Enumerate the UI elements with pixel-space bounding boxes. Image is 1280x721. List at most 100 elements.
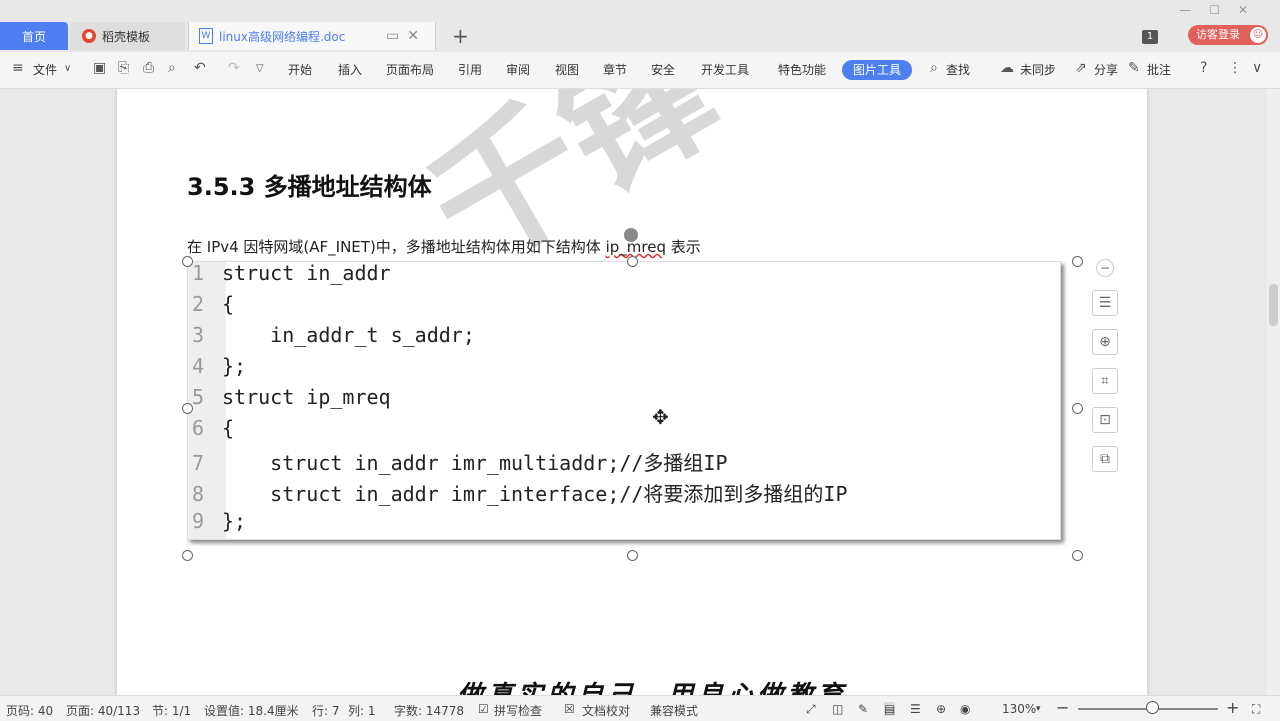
cloud-sync-icon[interactable]: ☁ [1000,60,1014,76]
zoom-level[interactable]: 130% [1002,702,1036,716]
outline-view-icon[interactable]: ☰ [910,702,921,716]
tab-home-label: 首页 [21,29,46,44]
more-icon[interactable]: ⋮ [1228,60,1242,76]
move-cursor-icon: ✥ [652,405,669,429]
menu-file[interactable]: 文件 [33,61,57,78]
print-icon[interactable]: ⎙ [143,60,154,76]
output-icon[interactable]: ⎘ [118,60,129,76]
code-line: 2{ [192,292,235,316]
code-line: 1 struct in_addr [192,261,391,285]
share-icon[interactable]: ⇗ [1075,60,1087,76]
page-view-icon[interactable]: ▤ [884,702,896,716]
window-count-badge[interactable]: 1 [1142,30,1158,44]
rotate-handle[interactable] [624,228,638,242]
image-replace-icon[interactable]: ⧉ [1092,446,1118,472]
image-extract-icon[interactable]: ⊡ [1092,407,1118,433]
hamburger-menu-icon[interactable]: ≡ [12,60,24,76]
resize-handle-top[interactable] [627,256,638,267]
menu-page-layout[interactable]: 页面布局 [386,61,434,78]
resize-handle-top-right[interactable] [1072,256,1083,267]
status-col: 列: 1 [348,704,376,718]
undo-icon[interactable]: ↶ [194,60,206,76]
status-setting: 设置值: 18.4厘米 [204,704,299,718]
sync-status[interactable]: 未同步 [1020,61,1056,78]
code-line: 8 struct in_addr imr_interface;//将要添加到多播… [192,482,848,506]
code-line: 3 in_addr_t s_addr; [192,323,475,347]
zoom-in-icon[interactable]: ⊕ [1092,329,1118,355]
edit-mode-icon[interactable]: ✎ [858,702,868,716]
menu-picture-tools[interactable]: 图片工具 [842,60,912,80]
redo-icon[interactable]: ↷ [228,60,240,76]
tab-document[interactable]: W linux高级网络编程.doc ▭✕ [188,22,436,50]
spell-check-button[interactable]: 拼写检查 [494,702,542,719]
resize-handle-bottom-left[interactable] [182,550,193,561]
menu-review[interactable]: 审阅 [506,61,530,78]
print-preview-icon[interactable]: ⌕ [168,60,176,76]
fullscreen-icon[interactable]: ⤢ [806,702,816,717]
zoom-in-button[interactable]: + [1226,698,1239,717]
chevron-down-icon[interactable]: ∨ [64,63,71,74]
menu-features[interactable]: 特色功能 [778,61,826,78]
share-button[interactable]: 分享 [1094,61,1118,78]
menu-insert[interactable]: 插入 [338,61,362,78]
paragraph-text-end: 表示 [665,238,701,256]
guest-login-label: 访客登录 [1196,28,1240,41]
code-image[interactable]: 1 struct in_addr 2{ 3 in_addr_t s_addr; 4… [187,261,1061,540]
code-line: 4}; [192,354,247,378]
proofread-icon[interactable]: ☒ [564,702,575,716]
collapse-icon[interactable]: − [1096,259,1114,277]
web-view-icon[interactable]: ⊕ [936,702,946,716]
collapse-ribbon-icon[interactable]: ∨ [1252,60,1262,76]
proofread-button[interactable]: 文档校对 [582,702,630,719]
code-line: 6{ [192,416,235,440]
tab-document-label: linux高级网络编程.doc [219,29,346,44]
menu-security[interactable]: 安全 [651,61,675,78]
section-heading: 3.5.3 多播地址结构体 [187,173,432,201]
code-line: 9}; [192,509,247,533]
resize-handle-right[interactable] [1072,403,1083,414]
search-button[interactable]: 查找 [946,61,970,78]
menu-start[interactable]: 开始 [288,61,312,78]
code-line: 5 struct ip_mreq [192,385,391,409]
document-page: 千锋 3.5.3 多播地址结构体 在 IPv4 因特网域(AF_INET)中，多… [117,89,1147,695]
tab-close-icon[interactable]: ▭✕ [386,28,427,44]
menu-chapter[interactable]: 章节 [603,61,627,78]
read-mode-icon[interactable]: ◫ [832,702,843,716]
zoom-out-icon[interactable]: − [1056,698,1069,717]
document-area: 千锋 3.5.3 多播地址结构体 在 IPv4 因特网域(AF_INET)中，多… [0,89,1267,695]
resize-handle-left[interactable] [182,403,193,414]
tab-template-label: 稻壳模板 [102,29,151,44]
spell-check-icon[interactable]: ☑ [478,702,489,716]
guest-login-button[interactable]: 访客登录 ☺ [1188,25,1268,45]
menu-view[interactable]: 视图 [555,61,579,78]
search-icon[interactable]: ⌕ [930,60,938,76]
menu-reference[interactable]: 引用 [458,61,482,78]
docer-logo-icon: ● [82,29,96,43]
layout-options-icon[interactable]: ☰ [1092,290,1118,316]
tab-template[interactable]: ● 稻壳模板 [70,22,185,50]
menu-developer[interactable]: 开发工具 [701,61,749,78]
resize-handle-bottom-right[interactable] [1072,550,1083,561]
word-doc-icon: W [199,28,213,44]
comment-button[interactable]: 批注 [1147,61,1171,78]
status-page[interactable]: 页面: 40/113 [66,702,140,719]
status-word-count[interactable]: 字数: 14778 [394,702,464,719]
scrollbar-thumb[interactable] [1269,284,1278,326]
zoom-slider-knob[interactable] [1146,701,1159,714]
status-page-code[interactable]: 页码: 40 [6,702,53,719]
customize-icon[interactable]: ▽ [256,63,264,74]
tab-home[interactable]: 首页 [0,22,68,50]
save-icon[interactable]: ▣ [93,60,106,76]
title-bar: 首页 ● 稻壳模板 W linux高级网络编程.doc ▭✕ + —☐✕ 1 访… [0,0,1280,52]
crop-icon[interactable]: ⌗ [1092,368,1118,394]
comment-icon[interactable]: ✎ [1128,60,1140,76]
resize-handle-bottom[interactable] [627,550,638,561]
vertical-scrollbar[interactable] [1267,89,1280,695]
new-tab-icon[interactable]: + [452,24,469,48]
fit-page-icon[interactable]: ⛶ [1252,702,1260,717]
resize-handle-top-left[interactable] [182,256,193,267]
zoom-dropdown-icon[interactable]: ▾ [1036,704,1041,714]
eye-protection-icon[interactable]: ◉ [960,702,970,716]
help-icon[interactable]: ? [1200,60,1207,76]
window-controls[interactable]: —☐✕ [1179,3,1266,17]
